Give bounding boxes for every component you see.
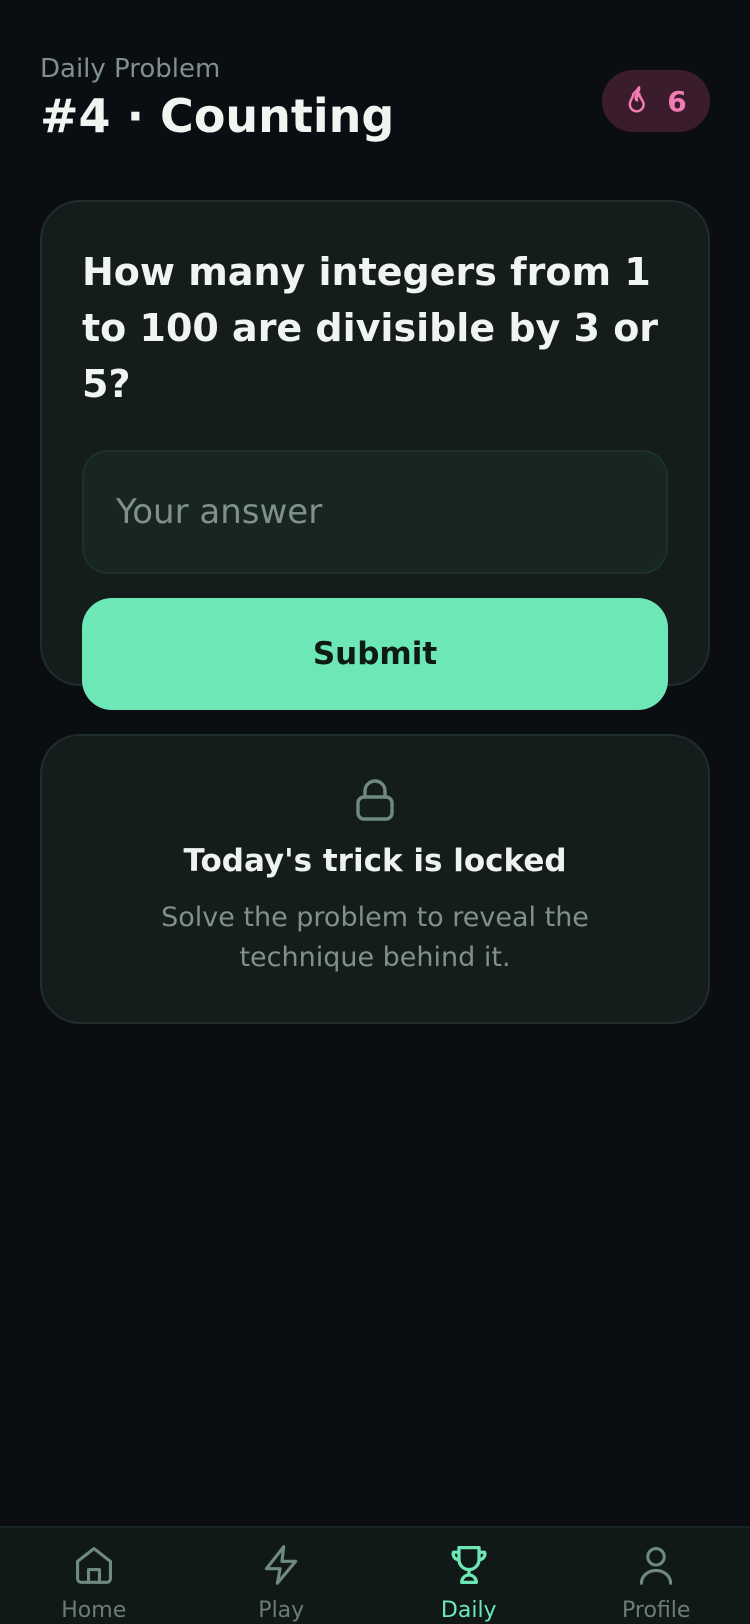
page-title: #4 · Counting [40,89,395,143]
page-subtitle: Daily Problem [40,54,221,84]
lightning-icon [265,1545,298,1585]
nav-item-play[interactable]: Play [188,1528,376,1624]
daily-problem-screen: Daily Problem #4 · Counting 6 How many i… [0,0,750,1624]
lock-icon [356,779,394,821]
bottom-nav: Home Play Daily Profile [0,1526,750,1624]
nav-label-play: Play [258,1598,305,1623]
problem-question: How many integers from 1 to 100 are divi… [82,250,659,406]
user-icon [640,1547,673,1585]
nav-label-daily: Daily [440,1598,497,1623]
streak-badge[interactable]: 6 [602,70,710,132]
nav-item-daily[interactable]: Daily [375,1528,563,1624]
page-header: Daily Problem #4 · Counting [40,52,394,146]
nav-item-profile[interactable]: Profile [563,1528,750,1624]
trick-title: Today's trick is locked [183,843,567,879]
home-icon [75,1547,112,1584]
answer-input[interactable] [82,450,668,574]
nav-item-home[interactable]: Home [0,1528,188,1624]
problem-card: How many integers from 1 to 100 are divi… [40,200,710,710]
streak-count: 6 [667,84,687,118]
trophy-icon [451,1546,487,1584]
submit-button[interactable]: Submit [82,598,668,710]
nav-label-home: Home [61,1598,127,1623]
flame-icon [628,86,646,113]
trick-card: Today's trick is locked Solve the proble… [40,734,710,1024]
nav-label-profile: Profile [622,1598,691,1623]
trick-description: Solve the problem to reveal the techniqu… [161,902,589,973]
